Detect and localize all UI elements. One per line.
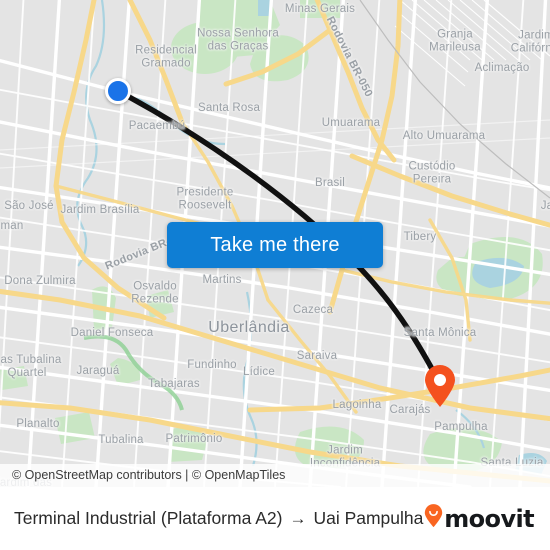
- trip-title: Terminal Industrial (Plataforma A2) → Ua…: [14, 508, 424, 529]
- destination-marker[interactable]: [423, 364, 457, 408]
- moovit-wordmark: moovit: [444, 504, 534, 533]
- map-canvas[interactable]: Minas Gerais Granja Marileusa Jardim Calif…: [0, 0, 550, 487]
- origin-marker[interactable]: [105, 78, 131, 104]
- take-me-there-button[interactable]: Take me there: [167, 222, 383, 268]
- moovit-logo[interactable]: moovit: [424, 504, 538, 533]
- trip-destination: Uai Pampulha: [313, 508, 424, 528]
- moovit-trip-screen: Minas Gerais Granja Marileusa Jardim Calif…: [0, 0, 550, 550]
- arrow-right-icon: →: [289, 509, 307, 528]
- map-attribution: © OpenStreetMap contributors | © OpenMap…: [0, 464, 550, 487]
- trip-summary-bar: Terminal Industrial (Plataforma A2) → Ua…: [0, 487, 550, 550]
- trip-origin: Terminal Industrial (Plataforma A2): [14, 508, 283, 528]
- moovit-pin-icon: [424, 504, 443, 533]
